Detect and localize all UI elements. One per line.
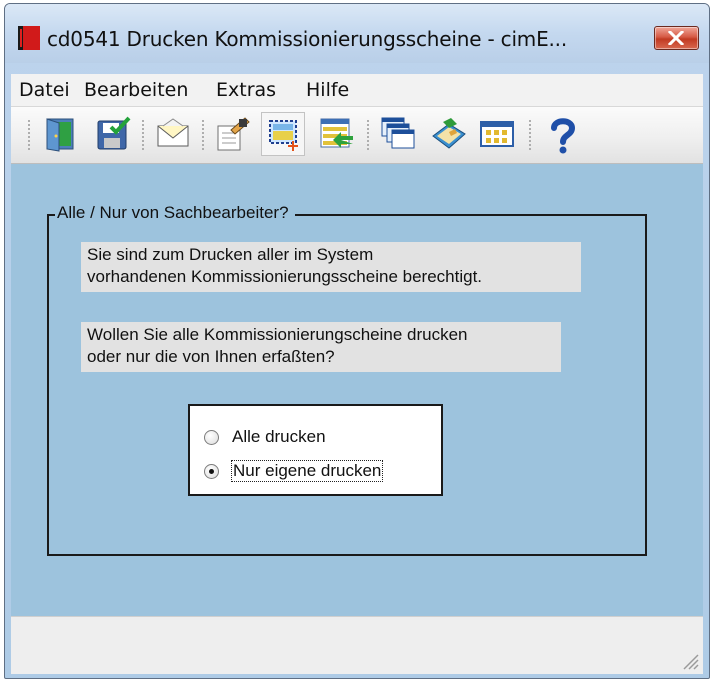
radio-all-circle[interactable] — [204, 430, 219, 445]
list-arrow-icon — [320, 118, 353, 148]
radio-all-label[interactable]: Alle drucken — [232, 427, 326, 447]
menu-extras[interactable]: Extras — [216, 79, 276, 101]
grid-icon — [480, 121, 514, 147]
group-legend: Alle / Nur von Sachbearbeiter? — [55, 203, 295, 223]
window-title: cd0541 Drucken Kommissionierungsscheine … — [47, 27, 567, 51]
menu-datei[interactable]: Datei — [19, 79, 70, 101]
title-bar[interactable]: cd0541 Drucken Kommissionierungsscheine … — [5, 4, 709, 63]
permission-info-line2: vorhandenen Kommissionierungsscheine ber… — [87, 267, 483, 286]
permission-info: Sie sind zum Drucken aller im System vor… — [81, 242, 581, 292]
permission-info-line1: Sie sind zum Drucken aller im System — [87, 245, 374, 264]
windows-button[interactable] — [376, 112, 420, 156]
edit-form-icon — [217, 117, 250, 151]
main-window: cd0541 Drucken Kommissionierungsscheine … — [4, 3, 710, 679]
question-text-line2: oder nur die von Ihnen erfaßten? — [87, 347, 335, 366]
toolbar-separator — [141, 119, 145, 151]
exit-button[interactable] — [39, 112, 83, 156]
toolbar-separator — [366, 119, 370, 151]
menu-bar: Datei Bearbeiten Extras Hilfe — [11, 74, 703, 107]
print-option-panel: Alle drucken Nur eigene drucken — [188, 404, 443, 496]
book-icon — [432, 118, 466, 149]
print-scope-group: Alle / Nur von Sachbearbeiter? Sie sind … — [47, 203, 647, 556]
question-text-line1: Wollen Sie alle Kommissionierungscheine … — [87, 325, 468, 344]
toolbar-separator — [201, 119, 205, 151]
select-region-button[interactable] — [261, 112, 305, 156]
app-icon — [18, 26, 40, 50]
save-check-icon — [97, 116, 131, 150]
radio-own-label[interactable]: Nur eigene drucken — [230, 460, 384, 482]
edit-button[interactable] — [211, 112, 255, 156]
toolbar — [11, 107, 703, 164]
radio-selected-dot — [209, 469, 214, 474]
radio-own-circle[interactable] — [204, 464, 219, 479]
menu-hilfe[interactable]: Hilfe — [306, 79, 349, 101]
exit-door-icon — [46, 118, 74, 152]
toolbar-separator — [528, 119, 532, 151]
toolbar-grip[interactable] — [27, 119, 31, 151]
close-icon — [668, 31, 684, 45]
content-area: Alle / Nur von Sachbearbeiter? Sie sind … — [11, 164, 703, 616]
envelope-icon — [157, 118, 189, 147]
grid-button[interactable] — [475, 112, 519, 156]
close-button[interactable] — [654, 26, 699, 50]
status-bar — [11, 616, 703, 674]
question-text: Wollen Sie alle Kommissionierungscheine … — [81, 322, 561, 372]
select-region-icon — [269, 120, 298, 151]
mail-button[interactable] — [151, 112, 195, 156]
book-button[interactable] — [427, 112, 471, 156]
list-button[interactable] — [315, 112, 359, 156]
help-button[interactable] — [541, 112, 585, 156]
menu-bearbeiten[interactable]: Bearbeiten — [84, 79, 188, 101]
save-button[interactable] — [91, 112, 135, 156]
windows-stack-icon — [381, 117, 415, 149]
resize-grip-icon[interactable] — [677, 648, 699, 670]
help-icon — [551, 118, 576, 154]
